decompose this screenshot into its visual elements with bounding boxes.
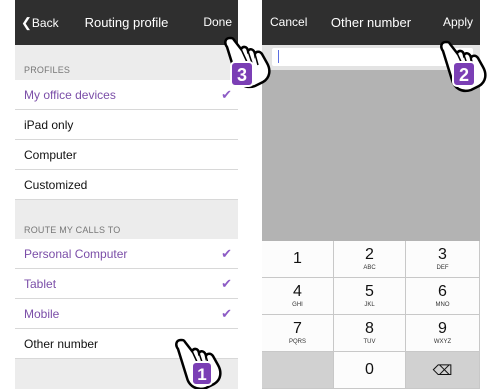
numeric-keypad: 1 2 ABC 3 DEF 4 GHI 5 JKL 6 MNO 7 PQRS 8 TUV 9W… xyxy=(262,241,480,389)
routing-profile-screen: ❮Back Routing profile Done PROFILES My o… xyxy=(15,0,238,389)
tap-hand-icon: 3 xyxy=(224,36,271,89)
key-6[interactable]: 6 MNO xyxy=(406,278,480,315)
callout-number-1: 1 xyxy=(197,365,206,384)
checkmark-icon: ✔ xyxy=(221,306,232,321)
key-1[interactable]: 1 xyxy=(262,241,334,278)
key-3[interactable]: 3 DEF xyxy=(406,241,480,278)
checkmark-icon: ✔ xyxy=(221,246,232,261)
delete-key[interactable]: ⌫ xyxy=(406,352,480,389)
callout-number-3: 3 xyxy=(237,65,247,85)
tap-hand-icon: 1 xyxy=(175,338,222,389)
profile-item-my-office-devices[interactable]: My office devices ✔ xyxy=(15,80,238,110)
list-item-label: Other number xyxy=(24,337,99,351)
key-2[interactable]: 2 ABC xyxy=(334,241,406,278)
list-item-label: Tablet xyxy=(24,277,57,291)
key-0[interactable]: 0 xyxy=(334,352,406,389)
key-4[interactable]: 4 GHI xyxy=(262,278,334,315)
key-9[interactable]: 9 WXYZ xyxy=(406,315,480,352)
list-item-label: iPad only xyxy=(24,118,74,132)
route-item-personal-computer[interactable]: Personal Computer ✔ xyxy=(15,239,238,269)
list-item-label: Computer xyxy=(24,148,77,162)
backspace-icon: ⌫ xyxy=(432,362,453,378)
nav-bar: ❮Back Routing profile Done xyxy=(15,0,238,45)
route-section-header: ROUTE MY CALLS TO xyxy=(24,225,121,235)
callout-number-2: 2 xyxy=(459,65,469,85)
list-item-label: Customized xyxy=(24,178,88,192)
route-item-tablet[interactable]: Tablet ✔ xyxy=(15,269,238,299)
list-item-label: Mobile xyxy=(24,307,60,321)
route-item-mobile[interactable]: Mobile ✔ xyxy=(15,299,238,329)
checkmark-icon: ✔ xyxy=(221,276,232,291)
profile-item-ipad-only[interactable]: iPad only xyxy=(15,110,238,140)
key-blank xyxy=(262,352,334,389)
list-item-label: Personal Computer xyxy=(24,247,128,261)
list-item-label: My office devices xyxy=(24,88,116,102)
profile-item-computer[interactable]: Computer xyxy=(15,140,238,170)
key-7[interactable]: 7 PQRS xyxy=(262,315,334,352)
text-caret xyxy=(278,50,279,63)
key-8[interactable]: 8 TUV xyxy=(334,315,406,352)
key-5[interactable]: 5 JKL xyxy=(334,278,406,315)
tap-hand-icon: 2 xyxy=(440,40,487,93)
profile-item-customized[interactable]: Customized xyxy=(15,170,238,200)
profiles-section-header: PROFILES xyxy=(24,65,71,75)
